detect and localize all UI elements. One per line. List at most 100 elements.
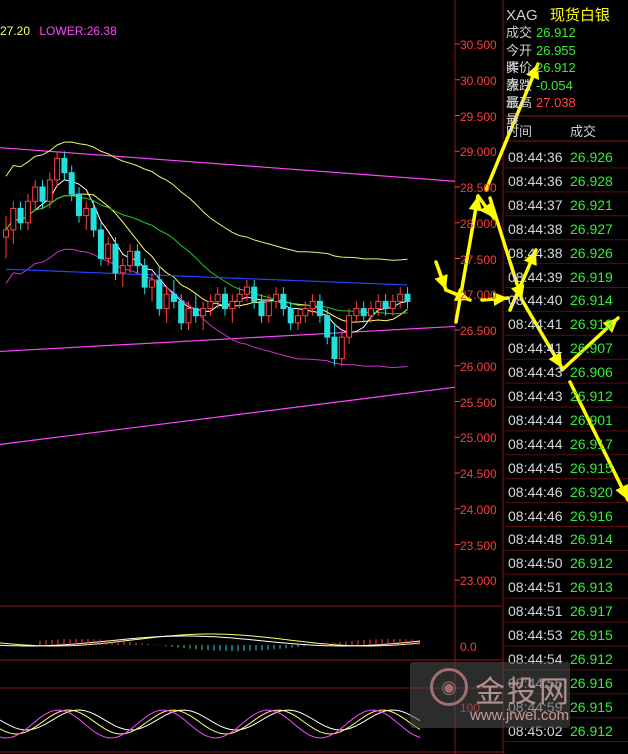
y-tick-label: 28.000 [460,216,497,231]
lower-indicator-panels [0,633,421,739]
trade-time: 08:44:37 [508,196,563,213]
quote-label: 成交 [506,25,533,40]
trade-price: 26.901 [570,411,613,428]
candle-body [134,250,141,267]
candle-body [170,293,177,302]
y-tick-label: 23.500 [460,538,497,553]
trade-row: 08:44:43 26.906 [508,361,613,383]
watermark-emblem-icon: ◉ [430,668,468,706]
trade-time: 08:44:36 [508,149,563,165]
trade-price: 26.913 [570,316,613,333]
ticker-title: XAG 现货白银 [506,4,610,25]
candle-body [222,293,228,310]
candle-body [149,279,155,288]
quote-label: 今开 [506,42,533,58]
candle-body [273,293,280,302]
candle-body [32,186,39,202]
quote-row: 今开 26.955昨 [506,42,628,75]
trade-price: 26.914 [570,292,613,309]
trade-time: 08:44:36 [508,172,563,189]
trade-row: 08:44:36 26.928 [508,170,613,192]
candle-body [83,207,90,217]
trade-price: 26.915 [570,459,613,476]
ticker-name: 现货白银 [549,7,610,24]
trade-row: 08:44:38 26.926 [508,242,613,264]
lower-trendline [0,386,456,445]
trade-row: 08:44:37 26.921 [508,194,613,216]
candles [3,151,411,366]
trade-row: 08:44:40 26.914 [508,289,613,311]
quote-row: 涨跌 -0.054涨 [506,77,628,110]
candle-body [280,293,287,310]
candle-body [185,308,192,324]
candle-body [353,308,360,317]
trade-price: 26.916 [570,674,613,691]
candle-body [316,300,323,317]
trade-time: 08:44:38 [508,220,563,237]
trade-row: 08:44:51 26.917 [508,600,613,622]
trade-time: 08:44:43 [508,364,563,381]
ma-line-slow [5,195,408,315]
candle-body [24,200,31,224]
trade-time: 08:44:41 [508,340,563,357]
y-tick-label: 23.000 [460,574,497,589]
trade-row: 08:44:44 26.901 [508,409,613,431]
candle-body [295,315,301,324]
indicator-legend: 27.20 LOWER:26.38 [0,24,117,38]
candle-body [251,286,258,302]
candle-body [105,243,112,259]
y-tick-label: 25.500 [460,395,497,410]
y-tick-label: 30.000 [460,73,497,88]
ticker-symbol: XAG [506,7,538,24]
candle-body [192,308,199,317]
quote-label: 最高 [506,95,533,110]
trade-row: 08:44:44 26.917 [508,433,613,455]
trade-price: 26.914 [570,531,613,548]
legend-lower: LOWER:26.38 [39,24,117,38]
ma-line-mid [5,193,408,323]
yellow-arrowhead [434,274,448,290]
trade-time: 08:44:43 [508,388,563,404]
trade-price: 26.912 [570,722,613,739]
candle-body [331,336,338,360]
trade-price: 26.917 [570,603,613,620]
trade-price: 26.915 [570,627,613,643]
candle-body [112,243,119,274]
upper-trendline [0,147,456,182]
candle-body [243,286,250,295]
y-tick-label: 28.500 [460,181,497,195]
trade-price: 26.921 [570,196,613,213]
trade-row: 08:44:53 26.915 [508,624,613,646]
candle-body [68,172,75,195]
trade-row: 08:44:41 26.907 [508,337,613,359]
trade-row: 08:44:41 26.913 [508,313,613,335]
watermark-url: www.jrwel.com [470,707,570,724]
candle-body [375,300,382,310]
trade-row: 08:44:46 26.916 [508,505,613,527]
trade-price: 26.926 [570,149,613,165]
candle-body [163,293,170,310]
quote-value: 26.912 [536,60,576,75]
candle-body [17,207,24,224]
y-tick-label: 26.000 [460,359,497,374]
quote-row: 买价 26.912卖 [506,59,628,92]
quote-value: -0.054 [536,77,573,93]
kdj-k [0,709,421,731]
trade-time: 08:44:51 [508,603,563,620]
y-tick-label: 30.500 [460,38,497,52]
candle-body [178,300,185,324]
trade-row: 08:44:48 26.914 [508,528,613,550]
trade-row: 08:44:45 26.915 [508,457,613,479]
candle-body [346,315,353,338]
y-tick-label: 25.000 [460,431,497,446]
trade-time: 08:44:40 [508,292,563,309]
trade-price: 26.927 [570,220,613,237]
candle-body [397,293,404,302]
trade-row: 08:44:50 26.912 [508,552,613,574]
candle-body [61,157,68,174]
quote-row: 最高 27.038最 [506,94,628,127]
y-tick-label: 26.500 [460,324,497,338]
trade-price: 26.916 [570,507,613,524]
trade-row: 08:44:38 26.927 [508,218,613,240]
trade-price: 26.919 [570,268,613,285]
